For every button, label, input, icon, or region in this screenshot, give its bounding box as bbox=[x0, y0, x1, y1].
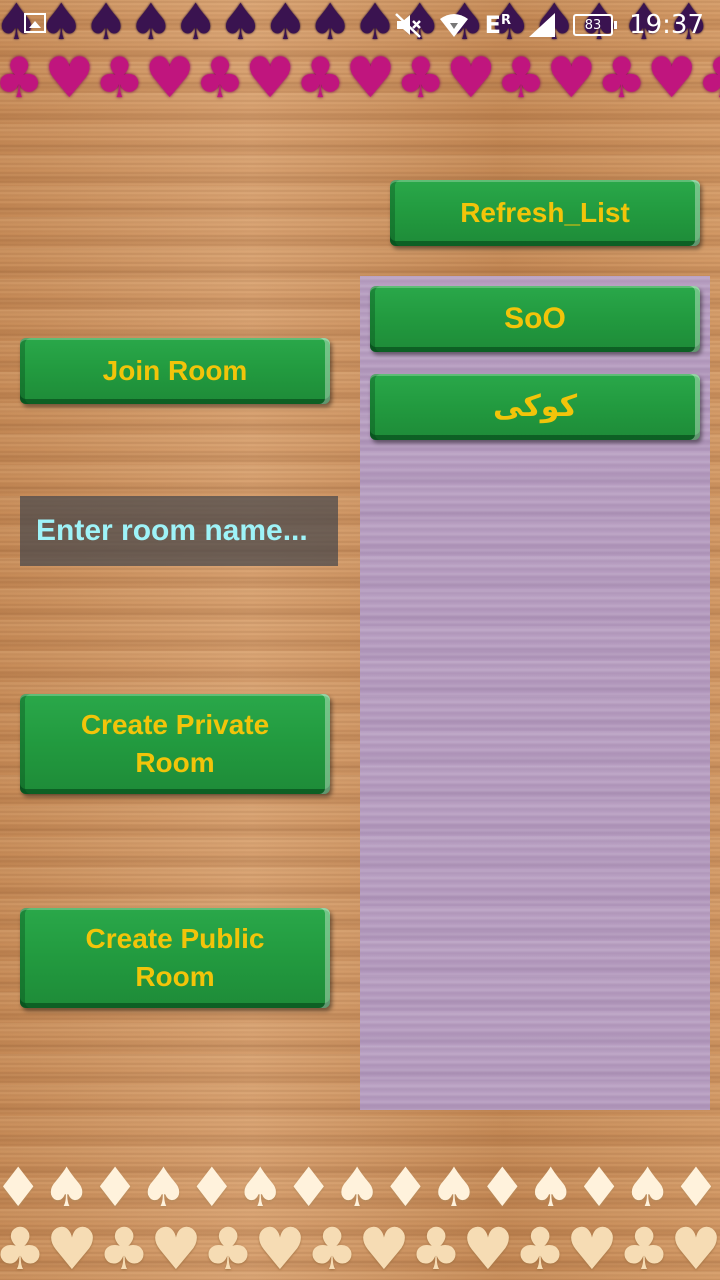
room-item-koki[interactable]: کوکی bbox=[370, 374, 700, 440]
battery-icon: 83 bbox=[573, 14, 618, 36]
create-public-room-label: Create Public Room bbox=[85, 923, 265, 992]
club-heart-suit-row-bottom: ♣♥♣♥♣♥♣♥♣♥♣♥♣♥♣♥ bbox=[0, 1215, 720, 1280]
room-name-input[interactable] bbox=[20, 496, 338, 566]
join-room-label: Join Room bbox=[102, 355, 248, 386]
room-item-label: SoO bbox=[504, 302, 566, 335]
refresh-list-button[interactable]: Refresh_List bbox=[390, 180, 700, 246]
status-icons: ER 83 19:37 bbox=[393, 8, 704, 42]
join-room-button[interactable]: Join Room bbox=[20, 338, 330, 404]
status-bar: ER 83 19:37 bbox=[0, 0, 720, 50]
create-public-room-button[interactable]: Create Public Room bbox=[20, 908, 330, 1008]
image-notification-icon bbox=[24, 13, 46, 33]
status-time: 19:37 bbox=[629, 10, 704, 40]
room-list-panel[interactable]: SoO کوکی bbox=[360, 276, 710, 1110]
wifi-icon bbox=[439, 11, 469, 39]
network-type-label: ER bbox=[484, 11, 512, 39]
create-private-room-button[interactable]: Create Private Room bbox=[20, 694, 330, 794]
battery-level: 83 bbox=[584, 17, 602, 33]
room-item-label: کوکی bbox=[492, 390, 578, 423]
club-heart-suit-row: ♣♥♣♥♣♥♣♥♣♥♣♥♣♥♣♥ bbox=[0, 46, 720, 111]
bottom-card-suit-border: ♦♠♦♠♦♠♦♠♦♠♦♠♦♠♦♠ ♣♥♣♥♣♥♣♥♣♥♣♥♣♥♣♥ bbox=[0, 1158, 720, 1280]
refresh-list-label: Refresh_List bbox=[460, 197, 630, 228]
signal-icon bbox=[527, 11, 557, 39]
diamond-spade-suit-row: ♦♠♦♠♦♠♦♠♦♠♦♠♦♠♦♠ bbox=[0, 1158, 720, 1219]
mute-icon bbox=[393, 11, 423, 39]
create-private-room-label: Create Private Room bbox=[80, 709, 270, 778]
room-item-soo[interactable]: SoO bbox=[370, 286, 700, 352]
